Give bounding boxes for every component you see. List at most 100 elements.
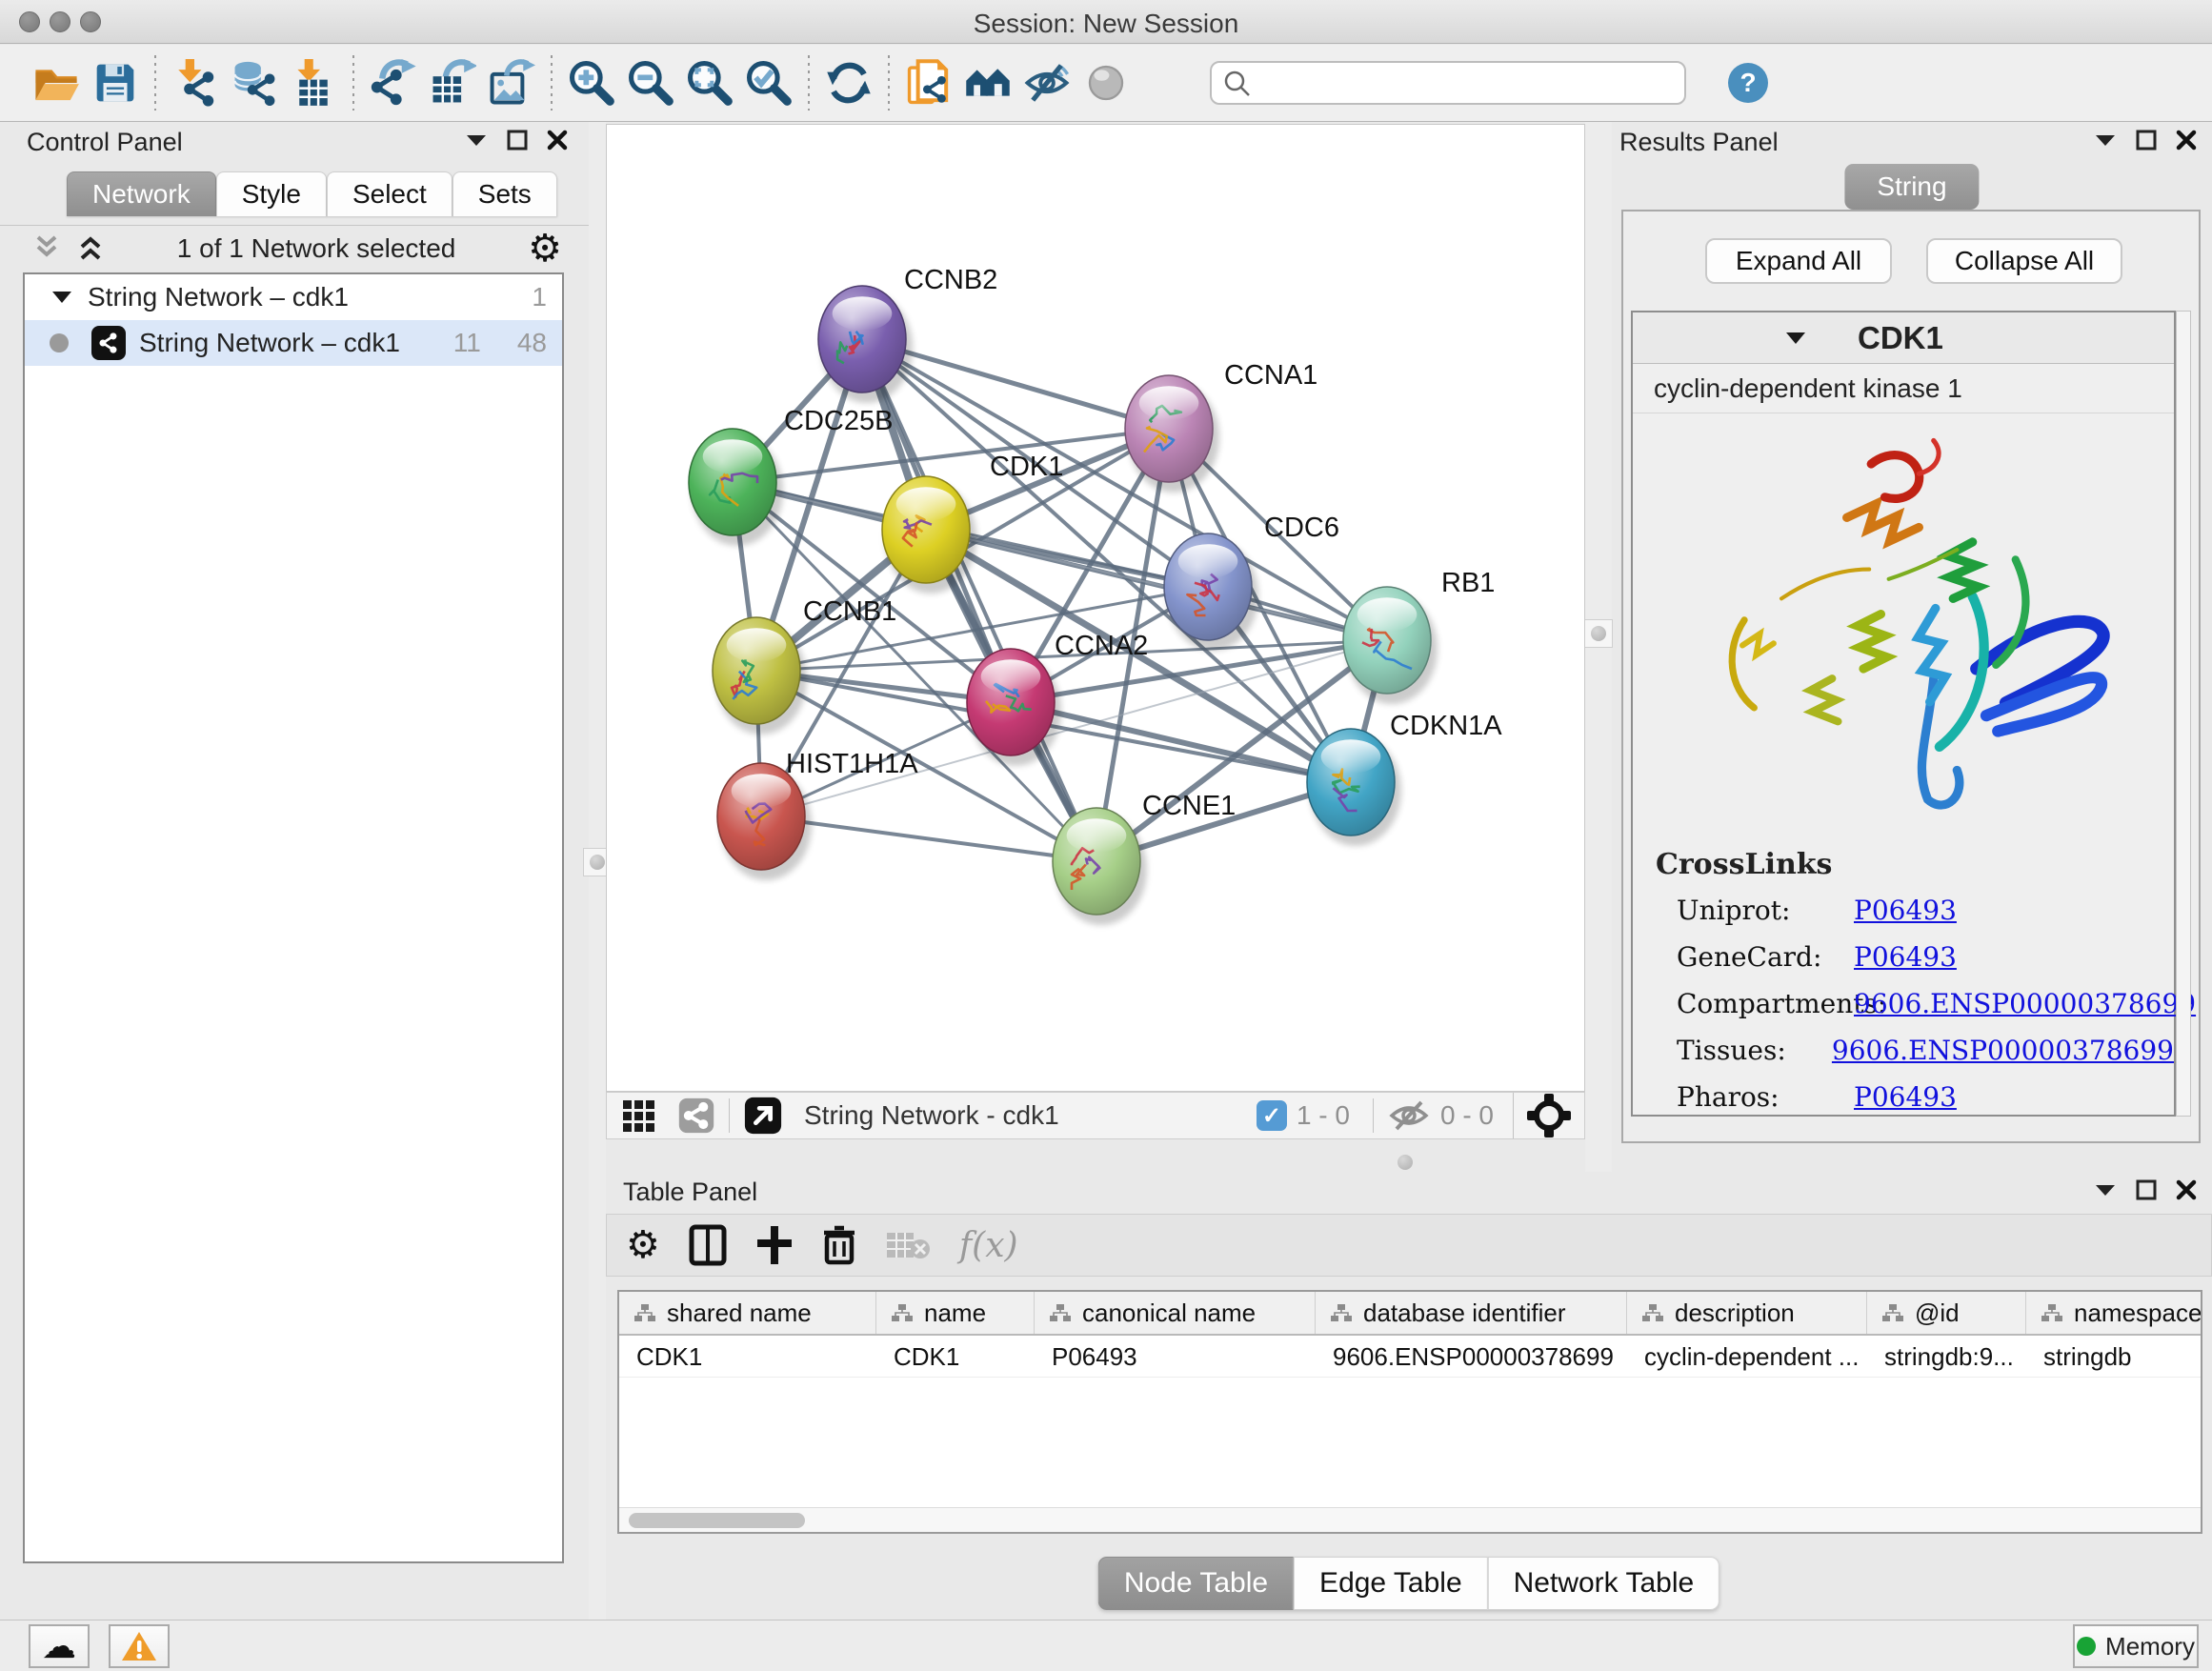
import-network-database-button[interactable] [225,53,284,112]
help-button[interactable]: ? [1726,61,1770,105]
function-builder-icon[interactable]: f(x) [959,1226,1018,1265]
network-canvas[interactable]: CCNB2CCNA1CDC25BCDK1CDC6RB1CCNB1CCNA2CDK… [606,124,1585,1092]
window-title: Session: New Session [0,9,2212,39]
column-header-namespace[interactable]: namespace [2026,1292,2202,1334]
table-hscroll-thumb[interactable] [629,1513,805,1528]
create-column-icon[interactable] [755,1224,794,1266]
column-header--id[interactable]: @id [1867,1292,2026,1334]
table-close-icon[interactable] [2176,1179,2197,1200]
zoom-in-button[interactable] [562,53,621,112]
network-edge[interactable] [862,339,1096,861]
crosslink-link[interactable]: P06493 [1854,941,1957,973]
column-header-name[interactable]: name [876,1292,1035,1334]
collapse-all-networks-icon[interactable] [32,233,61,264]
zoom-out-button[interactable] [621,53,680,112]
results-float-icon[interactable] [2136,130,2157,151]
export-image-button[interactable] [482,53,541,112]
panel-menu-icon[interactable] [465,132,488,148]
gene-expander-icon[interactable] [1785,331,1806,346]
table-cell[interactable]: CDK1 [619,1336,876,1377]
column-header-database-identifier[interactable]: database identifier [1316,1292,1627,1334]
string-home-button[interactable] [958,53,1017,112]
results-tab-string[interactable]: String [1844,164,1979,210]
selected-node-edge-counts: 1 - 0 [1297,1100,1350,1131]
close-panel-icon[interactable] [547,130,568,151]
open-in-new-window-icon[interactable] [743,1096,783,1136]
hidden-eye-icon [1387,1098,1431,1133]
results-scrollbar[interactable] [2176,311,2191,1117]
export-network-button[interactable] [364,53,423,112]
results-menu-icon[interactable] [2094,132,2117,148]
tab-style[interactable]: Style [216,171,327,216]
crosslink-link[interactable]: 9606.ENSP00000378699 [1832,1035,2174,1066]
table-cell[interactable]: P06493 [1035,1336,1316,1377]
cloud-status-button[interactable]: ☁ [29,1624,90,1668]
crosslink-value: P06493 [1854,941,1957,973]
network-row[interactable]: String Network – cdk1 11 48 [25,320,562,366]
network-node-CCNA2[interactable]: CCNA2 [967,631,1148,766]
export-table-button[interactable] [423,53,482,112]
tab-network-table[interactable]: Network Table [1488,1557,1720,1610]
column-header-canonical-name[interactable]: canonical name [1035,1292,1316,1334]
crosslink-link[interactable]: P06493 [1854,1081,1957,1113]
network-node-RB1[interactable]: RB1 [1343,568,1495,704]
save-session-button[interactable] [86,53,145,112]
network-node-CDKN1A[interactable]: CDKN1A [1307,711,1502,846]
left-splitter[interactable] [589,122,606,1620]
zoom-fit-button[interactable] [680,53,739,112]
results-close-icon[interactable] [2176,130,2197,151]
crosslink-link[interactable]: P06493 [1854,895,1957,926]
float-panel-icon[interactable] [507,130,528,151]
expand-all-button[interactable]: Expand All [1705,238,1892,284]
zoom-selected-button[interactable] [739,53,798,112]
tab-select[interactable]: Select [327,171,452,216]
tab-edge-table[interactable]: Edge Table [1294,1557,1488,1610]
table-cell[interactable]: CDK1 [876,1336,1035,1377]
update-button[interactable] [819,53,878,112]
table-menu-icon[interactable] [2094,1182,2117,1198]
network-options-gear-icon[interactable]: ⚙ [528,227,562,271]
selected-checkbox-icon[interactable]: ✓ [1257,1100,1287,1131]
node-table[interactable]: shared namenamecanonical namedatabase id… [617,1290,2202,1534]
table-cell[interactable]: cyclin-dependent ... [1627,1336,1867,1377]
show-graphics-button[interactable] [1076,53,1136,112]
collapse-all-button[interactable]: Collapse All [1926,238,2122,284]
import-network-file-button[interactable] [166,53,225,112]
hidden-node-edge-counts: 0 - 0 [1440,1100,1494,1131]
warnings-button[interactable] [109,1624,170,1668]
network-node-CDC6[interactable]: CDC6 [1164,513,1339,651]
tab-sets[interactable]: Sets [452,171,557,216]
table-cell[interactable]: stringdb [2026,1336,2202,1377]
pan-crosshair-icon[interactable] [1527,1094,1571,1137]
column-header-shared-name[interactable]: shared name [619,1292,876,1334]
table-hscrollbar[interactable] [619,1507,2201,1532]
table-cell[interactable]: 9606.ENSP00000378699 [1316,1336,1627,1377]
collection-expander-icon[interactable] [51,290,72,305]
show-columns-icon[interactable] [689,1224,727,1266]
expand-all-networks-icon[interactable] [76,233,105,264]
crosslink-value: P06493 [1854,1081,1957,1113]
network-node-HIST1H1A[interactable]: HIST1H1A [717,749,918,880]
column-header-description[interactable]: description [1627,1292,1867,1334]
network-node-CCNE1[interactable]: CCNE1 [1053,791,1236,925]
crosslink-label: GeneCard: [1677,941,1854,973]
table-cell[interactable]: stringdb:9... [1867,1336,2026,1377]
open-session-button[interactable] [27,53,86,112]
table-gear-icon[interactable]: ⚙ [626,1223,660,1267]
right-splitter[interactable] [1585,122,1612,1172]
network-collection-row[interactable]: String Network – cdk1 1 [25,274,562,320]
network-node-CCNA1[interactable]: CCNA1 [1125,360,1317,493]
table-row[interactable]: CDK1CDK1P064939606.ENSP00000378699cyclin… [619,1336,2201,1378]
memory-button[interactable]: Memory [2073,1624,2199,1668]
search-input[interactable] [1210,61,1686,105]
delete-column-icon[interactable] [822,1224,856,1266]
hide-unhide-button[interactable] [1017,53,1076,112]
crosslink-link[interactable]: 9606.ENSP00000378699 [1854,988,2196,1019]
tab-network[interactable]: Network [67,171,216,216]
delete-table-icon[interactable] [885,1229,931,1261]
import-table-button[interactable] [284,53,343,112]
birds-eye-view-icon[interactable] [622,1099,660,1132]
string-import-button[interactable] [899,53,958,112]
tab-node-table[interactable]: Node Table [1098,1557,1294,1610]
table-float-icon[interactable] [2136,1179,2157,1200]
